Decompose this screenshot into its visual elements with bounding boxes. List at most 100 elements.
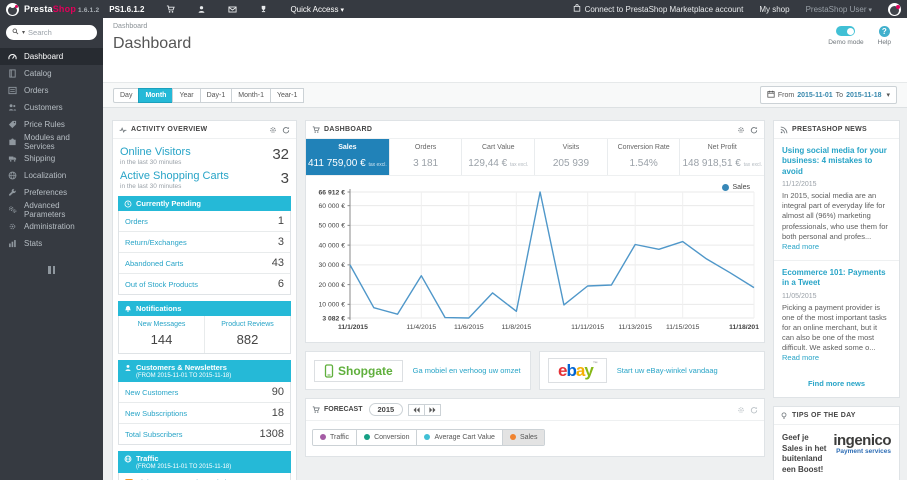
read-more-link[interactable]: Read more	[782, 353, 819, 362]
range-button-year[interactable]: Year	[172, 87, 201, 103]
cart-icon[interactable]	[166, 4, 176, 14]
ebay-card: ebay™ Start uw eBay-winkel vandaag	[539, 351, 765, 390]
svg-text:3 082 €: 3 082 €	[322, 315, 345, 322]
abandoned-carts-link[interactable]: Abandoned Carts	[125, 259, 183, 268]
gear-icon[interactable]	[737, 126, 745, 134]
news-article: Using social media for your business: 4 …	[774, 139, 899, 261]
brand-shop: Shop	[52, 4, 77, 14]
shopgate-link[interactable]: Ga mobiel en verhoog uw omzet	[413, 366, 521, 375]
refresh-icon[interactable]	[282, 126, 290, 134]
forecast-prev-button[interactable]	[408, 403, 426, 416]
gauge-icon	[8, 54, 17, 60]
sidebar-item-orders[interactable]: Orders	[0, 82, 103, 99]
date-toolbar: Day Month Year Day-1 Month-1 Year-1 From…	[103, 82, 907, 108]
breadcrumb[interactable]: Dashboard	[113, 23, 895, 30]
forecast-legend-traffic[interactable]: Traffic	[313, 429, 358, 445]
kpi-tab-net-profit[interactable]: Net Profit 148 918,51 € tax excl.	[680, 139, 764, 175]
forecast-next-button[interactable]	[424, 403, 442, 416]
new-customers-link[interactable]: New Customers	[125, 388, 178, 397]
cart-icon	[312, 125, 320, 133]
demo-mode-control[interactable]: Demo mode	[828, 26, 864, 46]
kpi-tab-orders[interactable]: Orders 3 181	[390, 139, 463, 175]
pending-returns-link[interactable]: Return/Exchanges	[125, 238, 187, 247]
bag-icon	[573, 4, 581, 14]
trophy-icon[interactable]	[259, 5, 268, 14]
sidebar-collapse-button[interactable]	[47, 266, 57, 274]
out-of-stock-link[interactable]: Out of Stock Products	[125, 280, 198, 289]
kpi-tab-sales[interactable]: Sales 411 759,00 € tax excl.	[306, 139, 390, 175]
svg-text:60 000 €: 60 000 €	[319, 203, 346, 210]
sidebar-item-stats[interactable]: Stats	[0, 235, 103, 252]
sidebar-item-shipping[interactable]: Shipping	[0, 150, 103, 167]
product-reviews-cell[interactable]: Product Reviews 882	[205, 316, 290, 353]
legend-dot-icon	[509, 434, 516, 440]
gear-icon[interactable]	[269, 126, 277, 134]
svg-text:11/6/2015: 11/6/2015	[454, 324, 484, 331]
news-article-title[interactable]: Using social media for your business: 4 …	[782, 146, 891, 177]
pending-orders-link[interactable]: Orders	[125, 217, 148, 226]
forecast-legend-average-cart-value[interactable]: Average Cart Value	[417, 429, 503, 445]
chart-legend-sales[interactable]: Sales	[722, 184, 750, 191]
kpi-tab-cart-value[interactable]: Cart Value 129,44 € tax excl.	[462, 139, 536, 175]
range-button-month-1[interactable]: Month-1	[231, 87, 271, 103]
sidebar-item-modules[interactable]: Modules and Services	[0, 133, 103, 151]
help-icon[interactable]: ?	[878, 26, 890, 37]
group-icon	[8, 104, 17, 111]
help-control[interactable]: ? Help	[878, 26, 891, 46]
sidebar-item-customers[interactable]: Customers	[0, 99, 103, 116]
read-more-link[interactable]: Read more	[782, 242, 819, 251]
find-more-news-link[interactable]: Find more news	[774, 371, 899, 397]
sidebar-search[interactable]: ▾	[6, 25, 97, 40]
range-button-month[interactable]: Month	[138, 87, 174, 103]
range-button-group: Day Month Year Day-1 Month-1 Year-1	[113, 87, 305, 103]
active-carts-link[interactable]: Active Shopping Carts	[120, 170, 229, 182]
traffic-rows: Link to your Google Analytics account	[118, 473, 291, 480]
sidebar-item-localization[interactable]: Localization	[0, 167, 103, 184]
rss-icon	[780, 126, 788, 133]
sidebar-item-dashboard[interactable]: Dashboard	[0, 48, 103, 65]
gear-icon[interactable]	[737, 406, 745, 414]
sidebar-item-price-rules[interactable]: Price Rules	[0, 116, 103, 133]
online-visitors-link[interactable]: Online Visitors	[120, 146, 191, 158]
forecast-legend-conversion[interactable]: Conversion	[357, 429, 418, 445]
avatar[interactable]	[888, 2, 901, 16]
search-input[interactable]	[28, 28, 87, 37]
range-button-year-1[interactable]: Year-1	[269, 87, 305, 103]
total-subscribers-link[interactable]: Total Subscribers	[125, 430, 183, 439]
news-article-title[interactable]: Ecommerce 101: Payments in a Tweet	[782, 268, 891, 289]
book-icon	[9, 69, 16, 78]
svg-text:11/4/2015: 11/4/2015	[406, 324, 436, 331]
brand-version: 1.6.1.2	[78, 7, 100, 14]
sidebar-item-administration[interactable]: Administration	[0, 218, 103, 235]
kpi-tab-conversion-rate[interactable]: Conversion Rate 1.54%	[608, 139, 681, 175]
customer-icon[interactable]	[197, 5, 206, 14]
tips-of-the-day-panel: TIPS OF THE DAY ingenico Payment service…	[773, 406, 900, 480]
chevron-down-icon[interactable]: ▾	[22, 29, 25, 36]
dashboard-panel-header: DASHBOARD	[306, 121, 764, 139]
demo-mode-toggle[interactable]	[836, 26, 856, 36]
active-carts-value: 3	[280, 170, 289, 187]
online-visitors-value: 32	[272, 146, 289, 163]
ebay-link[interactable]: Start uw eBay-winkel vandaag	[617, 366, 718, 375]
sidebar-item-catalog[interactable]: Catalog	[0, 65, 103, 82]
sidebar-item-preferences[interactable]: Preferences	[0, 184, 103, 201]
user-menu[interactable]: PrestaShop User ▾	[806, 5, 872, 14]
range-button-day-1[interactable]: Day-1	[199, 87, 233, 103]
my-shop-link[interactable]: My shop	[759, 5, 789, 14]
legend-dot-icon	[364, 434, 371, 440]
kpi-tab-visits[interactable]: Visits 205 939	[535, 139, 608, 175]
range-button-day[interactable]: Day	[113, 87, 140, 103]
date-range-picker[interactable]: From 2015-11-01 To 2015-11-18 ▾	[759, 86, 897, 104]
messages-icon[interactable]	[228, 5, 237, 14]
marketplace-link[interactable]: Connect to PrestaShop Marketplace accoun…	[573, 4, 743, 14]
brand: PrestaShop 1.6.1.2	[24, 4, 99, 14]
quick-access-menu[interactable]: Quick Access ▾	[290, 5, 344, 14]
forecast-legend-sales[interactable]: Sales	[502, 429, 545, 445]
sidebar-item-advanced-parameters[interactable]: Advanced Parameters	[0, 201, 103, 219]
refresh-icon[interactable]	[750, 406, 758, 414]
new-messages-cell[interactable]: New Messages 144	[119, 316, 205, 353]
svg-text:11/11/2015: 11/11/2015	[571, 324, 604, 331]
new-subscriptions-link[interactable]: New Subscriptions	[125, 409, 187, 418]
refresh-icon[interactable]	[750, 126, 758, 134]
forecast-year[interactable]: 2015	[368, 403, 404, 416]
